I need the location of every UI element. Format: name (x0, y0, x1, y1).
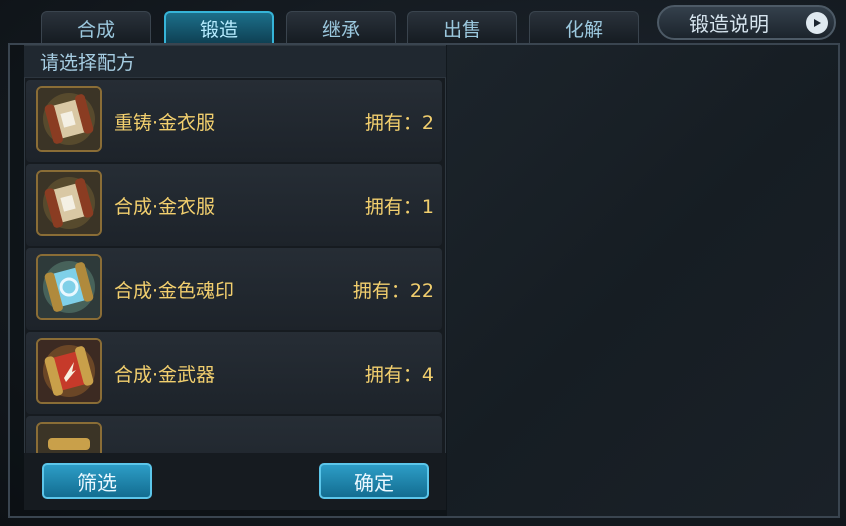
recipe-owned-count: 拥有：22 (352, 279, 434, 302)
forge-help-label: 锻造说明 (689, 12, 769, 36)
recipe-item[interactable]: 合成·金衣服 拥有：1 (26, 164, 442, 246)
tab-dissolve[interactable]: 化解 (529, 11, 639, 44)
recipe-name: 合成·金色魂印 (114, 279, 235, 302)
recipe-owned-count: 拥有：2 (364, 111, 434, 134)
weapon-scroll-icon (36, 338, 102, 404)
filter-button[interactable]: 筛选 (42, 463, 152, 499)
armor-scroll-icon (36, 170, 102, 236)
tab-inherit[interactable]: 继承 (286, 11, 396, 44)
forge-help-button[interactable]: 锻造说明 (657, 5, 836, 40)
recipe-name: 合成·金武器 (114, 363, 216, 386)
play-icon (806, 12, 828, 34)
recipe-name: 合成·金衣服 (114, 195, 216, 218)
recipe-item[interactable] (26, 416, 442, 453)
tab-forge[interactable]: 锻造 (164, 11, 274, 44)
recipe-item[interactable]: 合成·金色魂印 拥有：22 (26, 248, 442, 330)
scroll-icon (36, 422, 102, 453)
detail-panel (447, 45, 838, 516)
recipe-name: 重铸·金衣服 (114, 111, 216, 134)
confirm-button[interactable]: 确定 (319, 463, 429, 499)
recipe-owned-count: 拥有：1 (364, 195, 434, 218)
armor-scroll-icon (36, 86, 102, 152)
soul-seal-scroll-icon (36, 254, 102, 320)
panel-title: 请选择配方 (24, 46, 446, 78)
recipe-list[interactable]: 重铸·金衣服 拥有：2 合成·金衣服 拥有：1 合成·金色魂印 拥有：22 合成… (26, 80, 442, 453)
tab-sell[interactable]: 出售 (407, 11, 517, 44)
recipe-item[interactable]: 合成·金武器 拥有：4 (26, 332, 442, 414)
recipe-item[interactable]: 重铸·金衣服 拥有：2 (26, 80, 442, 162)
recipe-owned-count: 拥有：4 (364, 363, 434, 386)
tab-synthesis[interactable]: 合成 (41, 11, 151, 44)
